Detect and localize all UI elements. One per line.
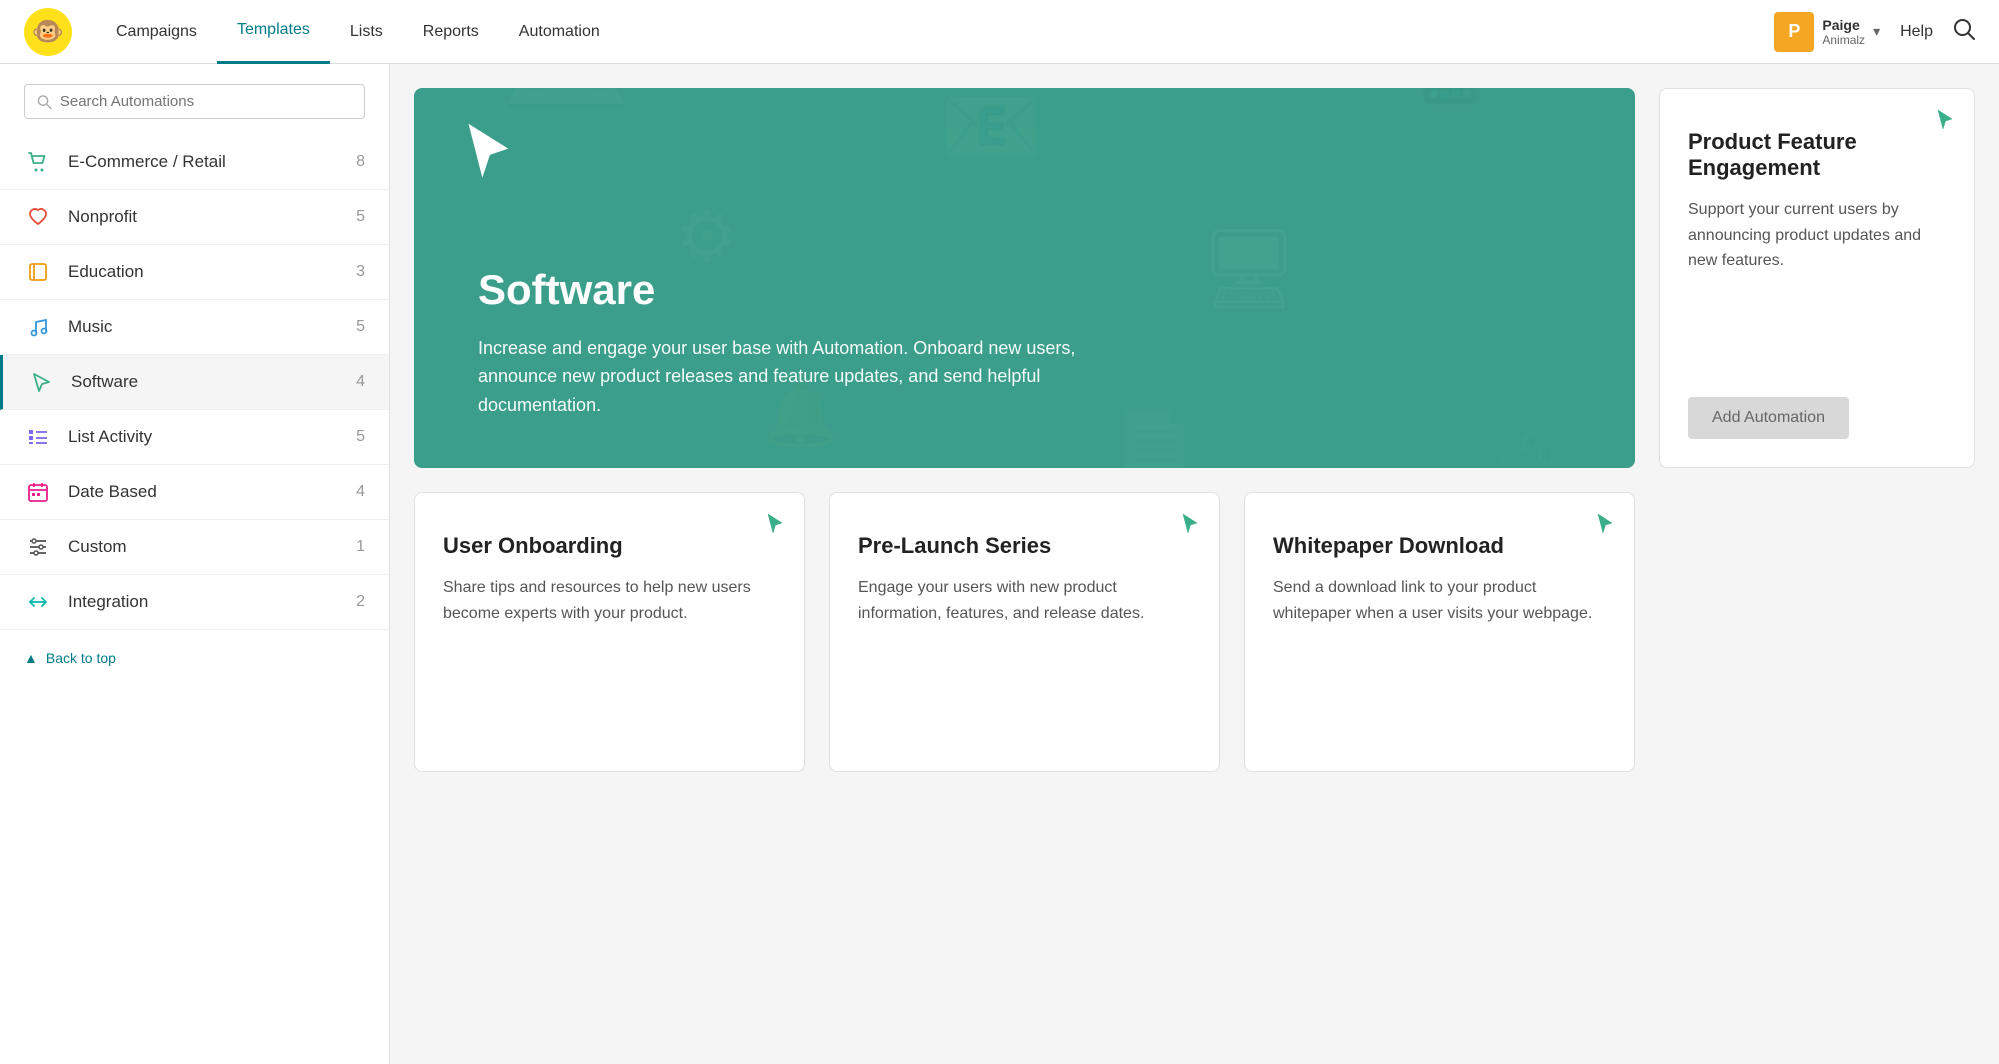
- hero-cursor-icon: [462, 124, 514, 199]
- cart-icon: [24, 151, 52, 173]
- add-automation-button[interactable]: Add Automation: [1688, 397, 1849, 439]
- sidebar-item-label: Nonprofit: [68, 207, 356, 227]
- sidebar-item-count: 3: [356, 263, 365, 281]
- right-panel: Product Feature Engagement Support your …: [1659, 64, 1999, 1064]
- user-info: Paige Animalz: [1822, 17, 1865, 47]
- search-button[interactable]: [1953, 18, 1975, 46]
- main-nav: Campaigns Templates Lists Reports Automa…: [96, 0, 1774, 64]
- back-to-top[interactable]: ▲ Back to top: [0, 630, 389, 686]
- sidebar-item-label: Date Based: [68, 482, 356, 502]
- search-container: [0, 64, 389, 135]
- card-description: Engage your users with new product infor…: [858, 575, 1191, 743]
- featured-card-title: Product Feature Engagement: [1688, 129, 1946, 181]
- sidebar-item-label: E-Commerce / Retail: [68, 152, 356, 172]
- card-cursor-icon: [1936, 109, 1954, 137]
- chevron-up-icon: ▲: [24, 650, 38, 666]
- header-right: P Paige Animalz ▾ Help: [1774, 12, 1975, 52]
- svg-text:⚙: ⚙: [676, 198, 739, 276]
- content-area: 💻 ⚙ 📧 🖥 📱 🔔 📄 🔗 S: [390, 64, 1999, 1064]
- user-menu[interactable]: P Paige Animalz ▾: [1774, 12, 1880, 52]
- sidebar: E-Commerce / Retail 8 Nonprofit 5 Educat…: [0, 64, 390, 1064]
- sidebar-item-count: 4: [356, 373, 365, 391]
- cursor-icon: [27, 371, 55, 393]
- hero-description: Increase and engage your user base with …: [478, 334, 1078, 420]
- chevron-down-icon: ▾: [1873, 23, 1880, 40]
- automation-cards: User Onboarding Share tips and resources…: [414, 492, 1635, 772]
- music-icon: [24, 316, 52, 338]
- sidebar-item-count: 8: [356, 153, 365, 171]
- hero-title: Software: [478, 266, 1587, 314]
- arrows-icon: [24, 591, 52, 613]
- sliders-icon: [24, 536, 52, 558]
- avatar: P: [1774, 12, 1814, 52]
- page-layout: E-Commerce / Retail 8 Nonprofit 5 Educat…: [0, 64, 1999, 1064]
- main-content: 💻 ⚙ 📧 🖥 📱 🔔 📄 🔗 S: [390, 64, 1659, 1064]
- list-icon: [24, 426, 52, 448]
- card-description: Share tips and resources to help new use…: [443, 575, 776, 743]
- sidebar-item-label: Music: [68, 317, 356, 337]
- nav-campaigns[interactable]: Campaigns: [96, 0, 217, 64]
- user-name: Paige: [1822, 17, 1865, 33]
- sidebar-item-education[interactable]: Education 3: [0, 245, 389, 300]
- book-icon: [24, 261, 52, 283]
- card-cursor-icon: [1596, 513, 1614, 541]
- card-title: Pre-Launch Series: [858, 533, 1191, 559]
- sidebar-item-count: 4: [356, 483, 365, 501]
- sidebar-item-label: List Activity: [68, 427, 356, 447]
- sidebar-item-count: 1: [356, 538, 365, 556]
- sidebar-item-music[interactable]: Music 5: [0, 300, 389, 355]
- card-user-onboarding: User Onboarding Share tips and resources…: [414, 492, 805, 772]
- back-to-top-label: Back to top: [46, 650, 116, 666]
- card-pre-launch: Pre-Launch Series Engage your users with…: [829, 492, 1220, 772]
- app-header: 🐵 Campaigns Templates Lists Reports Auto…: [0, 0, 1999, 64]
- search-input[interactable]: [60, 93, 352, 110]
- featured-card: Product Feature Engagement Support your …: [1659, 88, 1975, 468]
- sidebar-item-integration[interactable]: Integration 2: [0, 575, 389, 630]
- app-logo[interactable]: 🐵: [24, 8, 72, 56]
- sidebar-item-nonprofit[interactable]: Nonprofit 5: [0, 190, 389, 245]
- sidebar-item-count: 5: [356, 428, 365, 446]
- hero-card: 💻 ⚙ 📧 🖥 📱 🔔 📄 🔗 S: [414, 88, 1635, 468]
- sidebar-item-list-activity[interactable]: List Activity 5: [0, 410, 389, 465]
- card-description: Send a download link to your product whi…: [1273, 575, 1606, 743]
- sidebar-item-custom[interactable]: Custom 1: [0, 520, 389, 575]
- svg-text:📄: 📄: [1112, 406, 1199, 468]
- nav-reports[interactable]: Reports: [403, 0, 499, 64]
- sidebar-item-label: Integration: [68, 592, 356, 612]
- svg-text:🔗: 🔗: [1495, 412, 1571, 468]
- sidebar-item-count: 2: [356, 593, 365, 611]
- nav-lists[interactable]: Lists: [330, 0, 403, 64]
- help-button[interactable]: Help: [1900, 23, 1933, 41]
- search-icon: [1953, 18, 1975, 40]
- sidebar-item-software[interactable]: Software 4: [0, 355, 389, 410]
- card-title: User Onboarding: [443, 533, 776, 559]
- card-cursor-icon: [766, 513, 784, 541]
- user-org: Animalz: [1822, 33, 1865, 47]
- svg-text:🐵: 🐵: [32, 16, 64, 46]
- sidebar-item-label: Education: [68, 262, 356, 282]
- sidebar-item-ecommerce[interactable]: E-Commerce / Retail 8: [0, 135, 389, 190]
- svg-text:📧: 📧: [937, 88, 1046, 175]
- card-cursor-icon: [1181, 513, 1199, 541]
- sidebar-item-count: 5: [356, 318, 365, 336]
- svg-text:📱: 📱: [1391, 88, 1510, 107]
- svg-text:💻: 💻: [501, 88, 631, 109]
- sidebar-item-label: Custom: [68, 537, 356, 557]
- card-whitepaper: Whitepaper Download Send a download link…: [1244, 492, 1635, 772]
- sidebar-item-count: 5: [356, 208, 365, 226]
- heart-icon: [24, 206, 52, 228]
- sidebar-item-label: Software: [71, 372, 356, 392]
- card-title: Whitepaper Download: [1273, 533, 1606, 559]
- featured-card-description: Support your current users by announcing…: [1688, 197, 1946, 373]
- nav-templates[interactable]: Templates: [217, 0, 330, 64]
- sidebar-item-date-based[interactable]: Date Based 4: [0, 465, 389, 520]
- search-icon: [37, 94, 52, 110]
- search-wrap[interactable]: [24, 84, 365, 119]
- calendar-icon: [24, 481, 52, 503]
- nav-automation[interactable]: Automation: [499, 0, 620, 64]
